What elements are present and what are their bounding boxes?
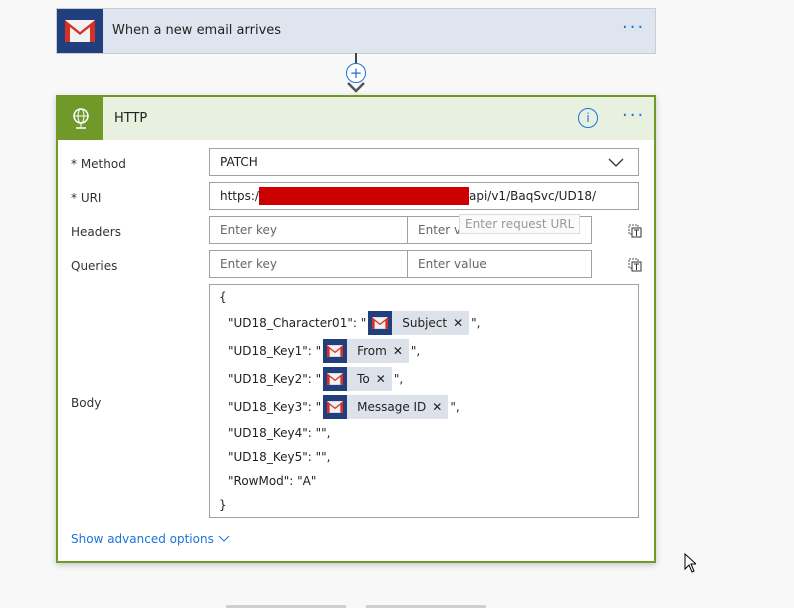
show-advanced-options-link[interactable]: Show advanced options xyxy=(71,532,230,546)
dynamic-token-subject[interactable]: Subject ✕ xyxy=(368,311,470,335)
more-options-icon[interactable]: ··· xyxy=(622,17,645,38)
body-line: "UD18_Key4": "", xyxy=(228,426,331,440)
http-header[interactable]: HTTP i ··· xyxy=(58,97,654,140)
gmail-icon xyxy=(323,367,348,391)
remove-token-icon[interactable]: ✕ xyxy=(393,344,409,358)
method-select[interactable]: PATCH xyxy=(209,148,639,176)
uri-input[interactable]: https:/ api/v1/BaqSvc/UD18/ xyxy=(209,182,639,210)
mouse-cursor-icon xyxy=(684,553,696,573)
remove-token-icon[interactable]: ✕ xyxy=(376,372,392,386)
method-value: PATCH xyxy=(220,155,258,169)
uri-suffix: api/v1/BaqSvc/UD18/ xyxy=(468,189,597,203)
trigger-title: When a new email arrives xyxy=(112,23,282,38)
text-mode-icon[interactable] xyxy=(628,224,642,238)
gmail-icon xyxy=(323,395,348,419)
queries-label: Queries xyxy=(71,259,118,273)
body-line: "UD18_Character01": " Subject ✕ ", xyxy=(228,311,481,335)
body-label: Body xyxy=(71,396,102,410)
chevron-down-icon xyxy=(218,535,230,542)
uri-prefix: https:/ xyxy=(220,189,259,203)
query-key-input[interactable]: Enter key xyxy=(209,250,408,278)
trigger-card[interactable]: When a new email arrives ··· xyxy=(56,8,656,54)
add-step-button[interactable]: + xyxy=(346,63,366,83)
more-options-icon[interactable]: ··· xyxy=(622,105,645,126)
action-title: HTTP xyxy=(114,111,148,126)
uri-tooltip: Enter request URL xyxy=(459,214,581,234)
redacted-block xyxy=(258,187,469,205)
remove-token-icon[interactable]: ✕ xyxy=(432,400,448,414)
chevron-down-icon xyxy=(608,158,624,167)
dynamic-token-to[interactable]: To ✕ xyxy=(323,367,392,391)
dynamic-token-from[interactable]: From ✕ xyxy=(323,339,409,363)
body-line: "UD18_Key1": " From ✕ ", xyxy=(228,339,420,363)
body-open-brace: { xyxy=(219,290,227,304)
arrow-down-icon xyxy=(347,82,365,93)
body-close-brace: } xyxy=(219,498,227,512)
body-line: "UD18_Key2": " To ✕ ", xyxy=(228,367,403,391)
body-editor[interactable]: { "UD18_Character01": " Subject ✕ ", "UD18_… xyxy=(209,284,639,518)
http-action-card: HTTP i ··· * Method PATCH * URI https:/ … xyxy=(56,95,656,563)
gmail-icon xyxy=(323,339,348,363)
body-line: "UD18_Key5": "", xyxy=(228,450,331,464)
method-label: * Method xyxy=(71,157,126,171)
query-value-input[interactable]: Enter value xyxy=(407,250,592,278)
body-line: "UD18_Key3": " Message ID ✕ ", xyxy=(228,395,460,419)
body-line: "RowMod": "A" xyxy=(228,474,317,488)
globe-icon xyxy=(58,97,103,140)
headers-label: Headers xyxy=(71,225,121,239)
info-icon[interactable]: i xyxy=(578,108,598,128)
gmail-icon xyxy=(368,311,393,335)
text-mode-icon[interactable] xyxy=(628,258,642,272)
header-key-input[interactable]: Enter key xyxy=(209,216,408,244)
uri-label: * URI xyxy=(71,191,102,205)
gmail-icon xyxy=(57,9,103,53)
dynamic-token-message-id[interactable]: Message ID ✕ xyxy=(323,395,449,419)
remove-token-icon[interactable]: ✕ xyxy=(453,316,469,330)
